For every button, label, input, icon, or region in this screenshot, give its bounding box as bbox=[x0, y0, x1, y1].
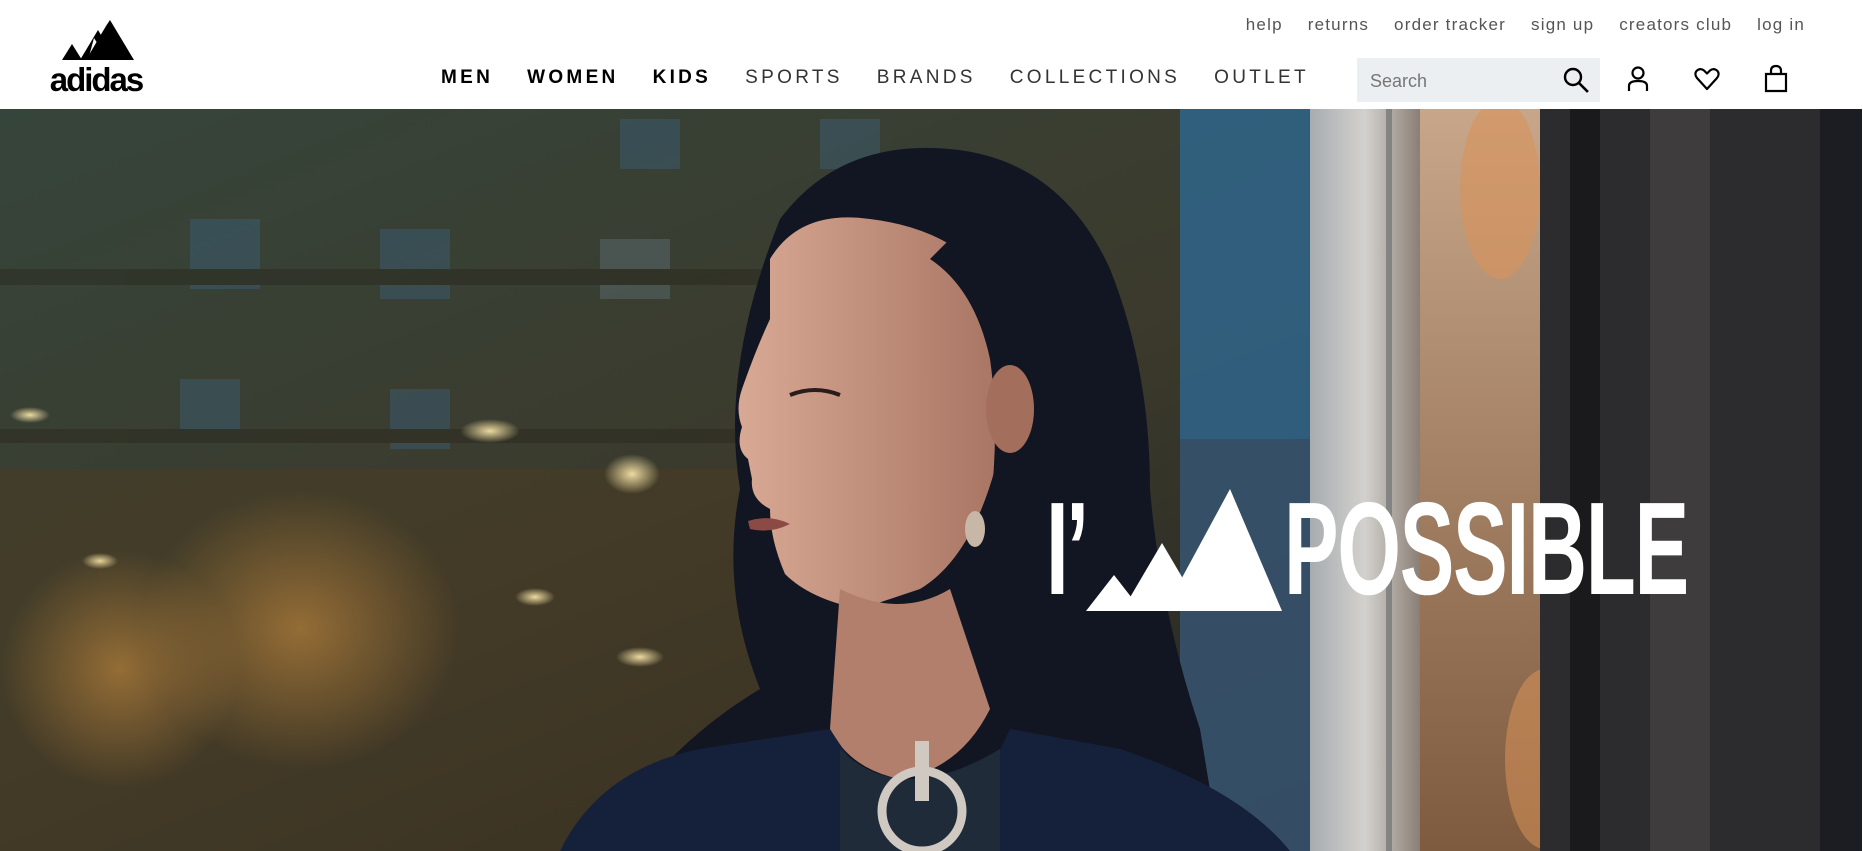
main-nav: MEN WOMEN KIDS SPORTS BRANDS COLLECTIONS… bbox=[441, 66, 1343, 90]
nav-women[interactable]: WOMEN bbox=[527, 66, 618, 90]
wishlist-heart-icon[interactable] bbox=[1692, 64, 1722, 94]
utility-nav: help returns order tracker sign up creat… bbox=[1246, 14, 1805, 36]
sign-up-link[interactable]: sign up bbox=[1531, 14, 1594, 36]
nav-men[interactable]: MEN bbox=[441, 66, 493, 90]
adidas-three-bars-icon bbox=[62, 20, 134, 60]
search-icon[interactable] bbox=[1562, 66, 1590, 94]
creators-club-link[interactable]: creators club bbox=[1619, 14, 1732, 36]
tagline-suffix: POSSIBLE bbox=[1284, 475, 1689, 622]
nav-sports[interactable]: SPORTS bbox=[745, 66, 843, 90]
nav-collections[interactable]: COLLECTIONS bbox=[1010, 66, 1180, 90]
nav-brands[interactable]: BRANDS bbox=[877, 66, 976, 90]
hero-tagline[interactable]: I’ POSSIBLE bbox=[1046, 483, 1740, 615]
logo-wordmark: adidas bbox=[49, 61, 145, 98]
adidas-logo[interactable]: adidas bbox=[46, 20, 146, 98]
site-header: adidas help returns order tracker sign u… bbox=[0, 0, 1863, 109]
nav-outlet[interactable]: OUTLET bbox=[1214, 66, 1309, 90]
help-link[interactable]: help bbox=[1246, 14, 1283, 36]
search-input[interactable] bbox=[1368, 68, 1552, 94]
shopping-bag-icon[interactable] bbox=[1761, 64, 1791, 94]
returns-link[interactable]: returns bbox=[1308, 14, 1369, 36]
nav-kids[interactable]: KIDS bbox=[653, 66, 712, 90]
log-in-link[interactable]: log in bbox=[1757, 14, 1805, 36]
hero-banner[interactable]: I’ POSSIBLE bbox=[0, 109, 1862, 851]
search-box bbox=[1357, 58, 1600, 102]
account-icon[interactable] bbox=[1623, 64, 1653, 94]
adidas-badge-bars-icon bbox=[1086, 489, 1282, 611]
tagline-prefix: I’ bbox=[1046, 475, 1089, 622]
order-tracker-link[interactable]: order tracker bbox=[1394, 14, 1506, 36]
